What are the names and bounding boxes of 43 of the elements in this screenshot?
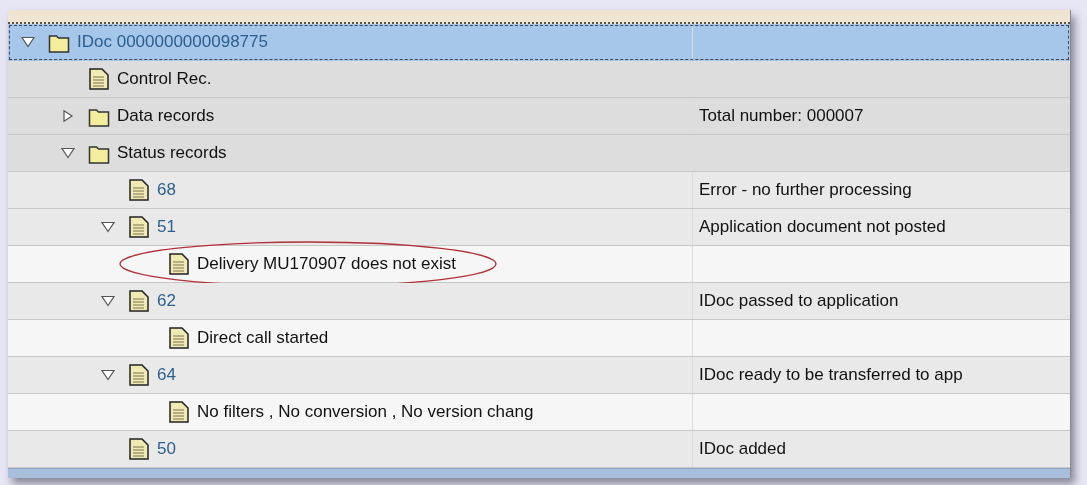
tree-row[interactable]: IDoc 0000000000098775 <box>8 24 1070 61</box>
status-description: IDoc added <box>699 439 786 459</box>
node-label: Data records <box>117 106 215 126</box>
tree-row[interactable]: 50 IDoc added <box>8 431 1070 468</box>
node-label: 64 <box>157 365 176 385</box>
document-icon <box>128 363 150 387</box>
status-description: Error - no further processing <box>699 180 912 200</box>
node-label: Delivery MU170907 does not exist <box>197 254 456 274</box>
status-description: Total number: 000007 <box>699 106 864 126</box>
expanded-triangle-icon[interactable] <box>60 147 76 159</box>
tree-row[interactable]: No filters , No conversion , No version chang <box>8 394 1070 431</box>
node-label: IDoc 0000000000098775 <box>77 32 268 52</box>
node-label: 50 <box>157 439 176 459</box>
node-label: 68 <box>157 180 176 200</box>
expanded-triangle-icon[interactable] <box>100 295 116 307</box>
node-label: 51 <box>157 217 176 237</box>
tree-row[interactable]: Status records <box>8 135 1070 172</box>
tree-row[interactable]: Control Rec. <box>8 61 1070 98</box>
document-icon <box>168 326 190 350</box>
tree-row[interactable]: 51 Application document not posted <box>8 209 1070 246</box>
document-icon <box>128 289 150 313</box>
expanded-triangle-icon[interactable] <box>100 369 116 381</box>
node-label: Direct call started <box>197 328 329 348</box>
status-description: IDoc passed to application <box>699 291 899 311</box>
node-label: 62 <box>157 291 176 311</box>
document-icon <box>128 178 150 202</box>
status-description: IDoc ready to be transferred to app <box>699 365 963 385</box>
node-label: No filters , No conversion , No version chang <box>197 402 534 422</box>
node-label: Status records <box>117 143 227 163</box>
tree-row[interactable]: Data records Total number: 000007 <box>8 98 1070 135</box>
tree-row[interactable]: 62 IDoc passed to application <box>8 283 1070 320</box>
document-icon <box>168 400 190 424</box>
document-icon <box>128 437 150 461</box>
node-label: Control Rec. <box>117 69 212 89</box>
tree-row[interactable]: 68 Error - no further processing <box>8 172 1070 209</box>
tree-row[interactable]: 64 IDoc ready to be transferred to app <box>8 357 1070 394</box>
expanded-triangle-icon[interactable] <box>100 221 116 233</box>
status-description: Application document not posted <box>699 217 946 237</box>
tree-row[interactable]: Direct call started <box>8 320 1070 357</box>
document-icon <box>88 67 110 91</box>
expanded-triangle-icon[interactable] <box>20 36 36 48</box>
document-icon <box>128 215 150 239</box>
document-icon <box>168 252 190 276</box>
